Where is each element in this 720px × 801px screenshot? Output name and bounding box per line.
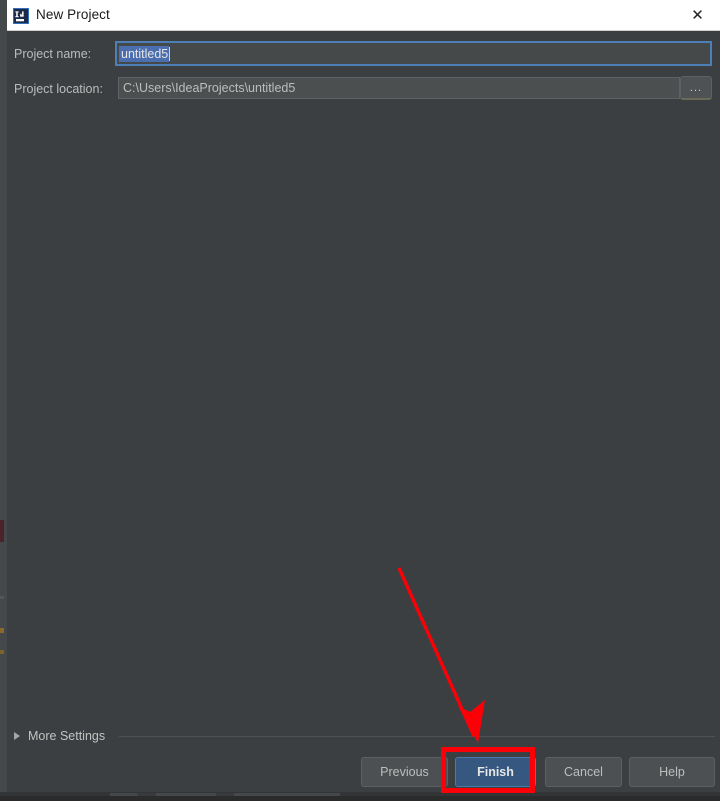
project-name-label: Project name:	[14, 47, 91, 61]
chevron-right-icon	[14, 732, 20, 740]
screen: New Project ✕ Project name: untitled5 Pr…	[0, 0, 720, 796]
project-location-value: C:\Users\IdeaProjects\untitled5	[123, 81, 295, 95]
background-artifact	[0, 596, 4, 599]
help-button[interactable]: Help	[629, 757, 715, 787]
dialog-titlebar: New Project ✕	[7, 0, 720, 31]
more-settings-separator	[119, 736, 715, 737]
dialog-title: New Project	[36, 7, 110, 22]
browse-button[interactable]: ...	[680, 76, 712, 100]
previous-button[interactable]: Previous	[361, 757, 448, 787]
background-artifact	[0, 628, 4, 633]
project-name-input[interactable]: untitled5	[115, 41, 712, 66]
intellij-idea-icon	[13, 8, 29, 24]
close-icon[interactable]: ✕	[675, 0, 720, 30]
background-artifact	[0, 650, 4, 654]
text-caret	[169, 47, 170, 61]
background-window-left-edge	[0, 0, 7, 796]
background-window-bottom-edge	[0, 792, 720, 796]
project-name-value: untitled5	[119, 46, 169, 62]
more-settings-label: More Settings	[28, 729, 105, 743]
finish-button[interactable]: Finish	[455, 757, 536, 787]
project-location-input[interactable]: C:\Users\IdeaProjects\untitled5	[118, 77, 680, 99]
project-location-label: Project location:	[14, 82, 103, 96]
new-project-dialog: New Project ✕ Project name: untitled5 Pr…	[7, 0, 720, 792]
background-artifact	[0, 520, 4, 542]
cancel-button[interactable]: Cancel	[545, 757, 622, 787]
more-settings-toggle[interactable]: More Settings	[14, 729, 105, 743]
